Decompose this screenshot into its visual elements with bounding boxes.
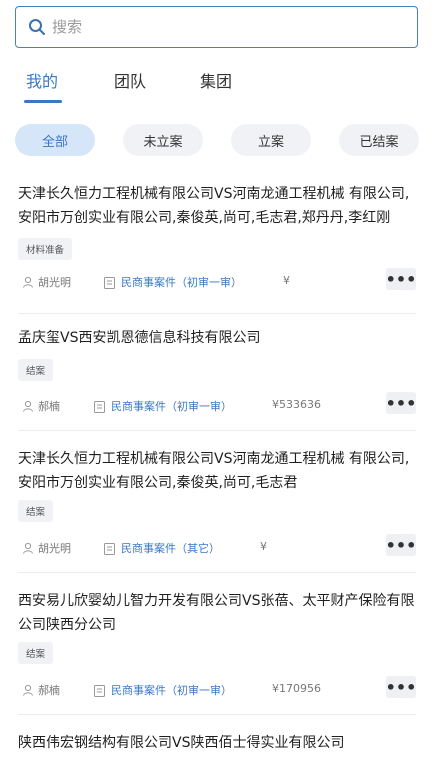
case-item[interactable]: 天津长久恒力工程机械有限公司VS河南龙通工程机械 有限公司,安阳市万创实业有限公… <box>0 182 432 312</box>
search-bar[interactable] <box>15 6 418 48</box>
filter-closed[interactable]: 已结案 <box>339 124 419 156</box>
owner-name: 胡光明 <box>38 542 71 555</box>
clipboard-icon <box>104 276 115 289</box>
person-icon <box>22 276 34 288</box>
tab-group[interactable]: 集团 <box>200 68 232 92</box>
search-input[interactable] <box>52 18 372 36</box>
owner-name: 郝楠 <box>38 400 60 413</box>
case-title: 天津长久恒力工程机械有限公司VS河南龙通工程机械 有限公司,安阳市万创实业有限公… <box>18 451 410 491</box>
filter-all[interactable]: 全部 <box>15 124 95 156</box>
more-button[interactable]: ••• <box>386 392 416 414</box>
case-owner: 郝楠 <box>18 398 60 414</box>
status-badge: 材料准备 <box>18 238 73 260</box>
search-icon <box>28 18 46 36</box>
case-item[interactable]: 陕西伟宏钢结构有限公司VS陕西佰士得实业有限公司 <box>0 731 432 768</box>
more-icon: ••• <box>385 269 417 289</box>
status-badge: 结案 <box>18 642 54 664</box>
more-icon: ••• <box>385 677 417 697</box>
case-item[interactable]: 孟庆玺VS西安凯恩德信息科技有限公司 结案 郝楠 民商事案件（初审一审） ¥53… <box>0 326 432 426</box>
case-meta: 胡光明 民商事案件（其它） ¥ <box>0 540 432 562</box>
divider <box>18 572 416 573</box>
case-title: 天津长久恒力工程机械有限公司VS河南龙通工程机械 有限公司,安阳市万创实业有限公… <box>18 186 410 226</box>
filter-not-filed[interactable]: 未立案 <box>123 124 203 156</box>
divider <box>18 714 416 715</box>
case-meta: 胡光明 民商事案件（初审一审） ¥ <box>0 274 432 296</box>
case-amount: ¥ <box>260 540 267 553</box>
case-amount: ¥170956 <box>272 682 321 695</box>
case-type-label: 民商事案件（初审一审） <box>111 684 232 697</box>
case-title: 西安易儿欣婴幼儿智力开发有限公司VS张蓓、太平财产保险有限公司陕西分公司 <box>18 593 415 633</box>
clipboard-icon <box>94 400 105 413</box>
person-icon <box>22 684 34 696</box>
tab-team[interactable]: 团队 <box>114 68 146 92</box>
case-amount: ¥ <box>283 274 290 287</box>
case-type-label: 民商事案件（初审一审） <box>111 400 232 413</box>
status-badge: 结案 <box>18 359 54 381</box>
clipboard-icon <box>104 542 115 555</box>
case-type: 民商事案件（初审一审） <box>88 398 232 414</box>
status-badge: 结案 <box>18 500 54 522</box>
filter-filed[interactable]: 立案 <box>231 124 311 156</box>
case-type-label: 民商事案件（初审一审） <box>121 276 242 289</box>
person-icon <box>22 400 34 412</box>
filter-bar: 全部 未立案 立案 已结案 <box>0 124 432 158</box>
more-button[interactable]: ••• <box>386 676 416 698</box>
case-title: 陕西伟宏钢结构有限公司VS陕西佰士得实业有限公司 <box>18 735 345 751</box>
divider <box>18 430 416 431</box>
more-icon: ••• <box>385 393 417 413</box>
case-item[interactable]: 天津长久恒力工程机械有限公司VS河南龙通工程机械 有限公司,安阳市万创实业有限公… <box>0 447 432 567</box>
case-type: 民商事案件（初审一审） <box>98 274 242 290</box>
case-owner: 胡光明 <box>18 274 71 290</box>
tab-bar: 我的 团队 集团 <box>0 62 432 108</box>
active-tab-indicator <box>24 100 62 103</box>
case-item[interactable]: 西安易儿欣婴幼儿智力开发有限公司VS张蓓、太平财产保险有限公司陕西分公司 结案 … <box>0 589 432 709</box>
tab-mine[interactable]: 我的 <box>26 68 58 92</box>
case-type: 民商事案件（其它） <box>98 540 220 556</box>
owner-name: 胡光明 <box>38 276 71 289</box>
case-amount: ¥533636 <box>272 398 321 411</box>
case-type-label: 民商事案件（其它） <box>121 542 220 555</box>
case-owner: 胡光明 <box>18 540 71 556</box>
person-icon <box>22 542 34 554</box>
case-owner: 郝楠 <box>18 682 60 698</box>
more-button[interactable]: ••• <box>386 534 416 556</box>
more-button[interactable]: ••• <box>386 268 416 290</box>
case-meta: 郝楠 民商事案件（初审一审） ¥170956 <box>0 682 432 704</box>
case-meta: 郝楠 民商事案件（初审一审） ¥533636 <box>0 398 432 420</box>
clipboard-icon <box>94 684 105 697</box>
case-type: 民商事案件（初审一审） <box>88 682 232 698</box>
divider <box>18 313 416 314</box>
case-title: 孟庆玺VS西安凯恩德信息科技有限公司 <box>18 330 261 346</box>
owner-name: 郝楠 <box>38 684 60 697</box>
more-icon: ••• <box>385 535 417 555</box>
